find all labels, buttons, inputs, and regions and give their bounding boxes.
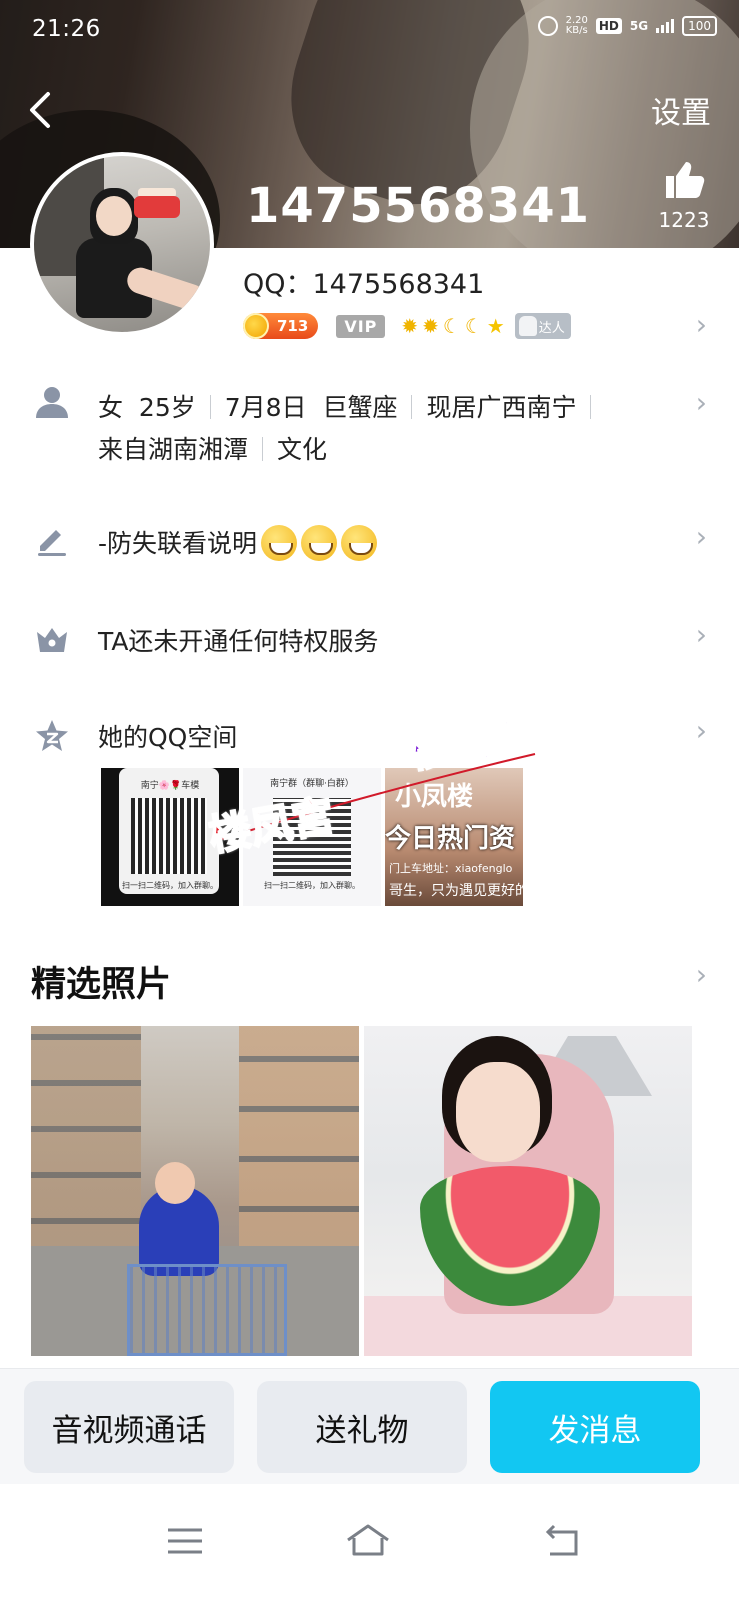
chevron-right-icon[interactable]: › [696, 386, 707, 419]
profile-nickname: 1475568341 [246, 178, 590, 234]
coin-icon [243, 313, 269, 339]
avatar[interactable] [30, 152, 214, 336]
home-icon[interactable] [344, 1520, 392, 1562]
signal-icon [656, 19, 675, 33]
back-nav-icon[interactable] [540, 1520, 588, 1562]
info-line-1: 女 25岁 7月8日 巨蟹座 现居广西南宁 [98, 388, 605, 424]
menu-icon[interactable] [162, 1520, 210, 1562]
network-type: 5G [629, 19, 649, 33]
status-bar: 21:26 2.20 KB/s HD 5G 100 [0, 0, 739, 58]
hd-icon: HD [595, 18, 622, 34]
like-button[interactable]: 1223 [654, 158, 714, 232]
chevron-right-icon[interactable]: › [696, 714, 707, 747]
person-icon [36, 387, 68, 418]
back-icon[interactable] [22, 90, 62, 130]
network-speed: 2.20 KB/s [565, 15, 588, 36]
privilege-text: TA还未开通任何特权服务 [98, 627, 379, 656]
grin-emoji-icon [301, 525, 338, 561]
signature-row[interactable]: -防失联看说明 › [0, 518, 739, 568]
privilege-row[interactable]: TA还未开通任何特权服务 › [0, 618, 739, 664]
sun-icon: ✹ [401, 314, 419, 338]
star-badge-icon [36, 720, 68, 751]
chevron-right-icon[interactable]: › [696, 520, 707, 553]
battery-icon: 100 [682, 16, 717, 36]
action-bar: 音视频通话 送礼物 发消息 [0, 1368, 739, 1484]
featured-photos-title: 精选照片 [31, 965, 172, 1005]
status-time: 21:26 [32, 16, 101, 42]
crown-icon [37, 628, 67, 652]
sun-icon: ✹ [422, 314, 439, 338]
featured-photo[interactable] [364, 1026, 692, 1356]
star-icon: ★ [486, 314, 505, 338]
profile-info-row[interactable]: 女 25岁 7月8日 巨蟹座 现居广西南宁 来自湖南湘潭 文化 › [0, 380, 739, 470]
moon-icon: ☾ [464, 314, 483, 338]
qq-level-icons[interactable]: ✹ ✹ ☾ ☾ ★ [401, 314, 504, 338]
grin-emoji-icon [261, 525, 298, 561]
badges-row[interactable]: 713 VIP ✹ ✹ ☾ ☾ ★ 达人 [243, 308, 571, 344]
qr-code [131, 798, 207, 874]
alarm-icon [537, 16, 558, 36]
info-line-2: 来自湖南湘潭 文化 [98, 435, 328, 464]
send-gift-button[interactable]: 送礼物 [257, 1381, 467, 1473]
pencil-icon [38, 530, 66, 556]
featured-photo[interactable] [31, 1026, 359, 1356]
talent-badge[interactable]: 达人 [514, 313, 571, 339]
settings-button[interactable]: 设置 [651, 88, 711, 132]
coin-level-badge[interactable]: 713 [243, 313, 319, 339]
thumbs-up-icon [666, 162, 705, 198]
qq-number: QQ：1475568341 [243, 269, 485, 300]
chevron-right-icon[interactable]: › [696, 958, 707, 991]
send-message-button[interactable]: 发消息 [490, 1381, 700, 1473]
bell-icon [518, 316, 537, 336]
grin-emoji-icon [341, 525, 378, 561]
chevron-right-icon[interactable]: › [696, 308, 707, 341]
status-icons: 2.20 KB/s HD 5G 100 [537, 15, 717, 36]
moon-icon: ☾ [442, 314, 461, 338]
system-nav-bar [0, 1484, 739, 1600]
chevron-right-icon[interactable]: › [696, 618, 707, 651]
vip-badge[interactable]: VIP [336, 314, 386, 338]
like-count: 1223 [658, 208, 710, 232]
signature-text: -防失联看说明 [98, 524, 378, 561]
video-call-button[interactable]: 音视频通话 [24, 1381, 234, 1473]
